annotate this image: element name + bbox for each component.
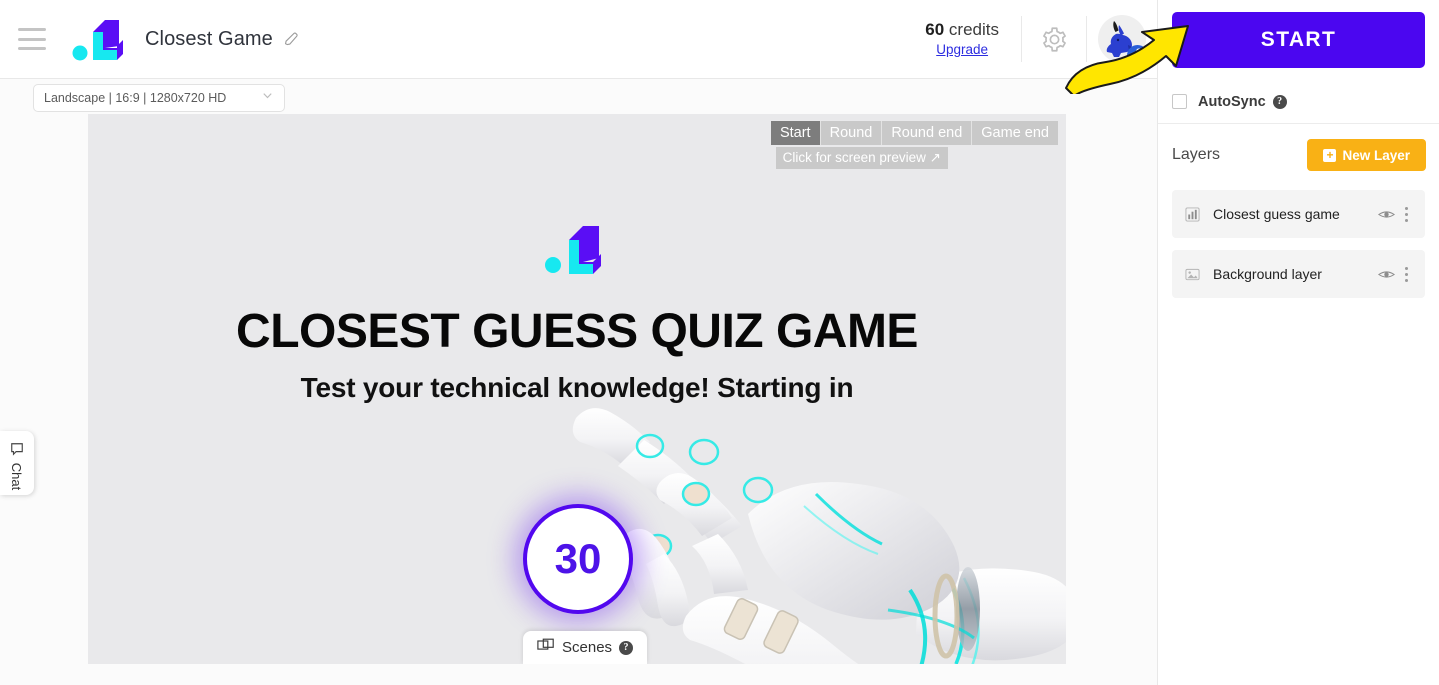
autosync-help-icon[interactable]: ? bbox=[1272, 94, 1287, 109]
project-title: Closest Game bbox=[145, 27, 273, 50]
layers-title: Layers bbox=[1172, 146, 1221, 163]
credits-value: 60 bbox=[925, 20, 945, 40]
top-header: Closest Game 60 credits Upgrade f bbox=[0, 0, 1157, 79]
autosync-checkbox[interactable] bbox=[1172, 94, 1187, 109]
hamburger-icon[interactable] bbox=[18, 28, 46, 50]
scene-tab-start[interactable]: Start bbox=[770, 121, 820, 145]
pencil-icon[interactable] bbox=[282, 29, 302, 49]
countdown-circle: 30 bbox=[523, 504, 633, 614]
brand-logo-icon[interactable] bbox=[71, 16, 127, 62]
autosync-row: AutoSync ? bbox=[1158, 80, 1439, 124]
credits-line: 60 credits bbox=[925, 19, 999, 40]
layer-menu-icon[interactable] bbox=[1397, 264, 1415, 284]
aspect-ratio-value: Landscape | 16:9 | 1280x720 HD bbox=[44, 91, 227, 105]
upgrade-link[interactable]: Upgrade bbox=[925, 42, 999, 59]
layer-name: Background layer bbox=[1213, 266, 1322, 282]
scene-canvas[interactable]: CLOSEST GUESS QUIZ GAME Test your techni… bbox=[88, 114, 1066, 664]
chat-tab[interactable]: Chat bbox=[0, 431, 34, 495]
scene-tabs: Start Round Round end Game end bbox=[770, 121, 1058, 145]
scenes-help-icon[interactable]: ? bbox=[619, 640, 634, 655]
autosync-label: AutoSync bbox=[1198, 93, 1266, 110]
app-root: Closest Game 60 credits Upgrade f Landsc… bbox=[0, 0, 1439, 685]
scene-tab-game-end[interactable]: Game end bbox=[971, 121, 1058, 145]
chat-label: Chat bbox=[9, 462, 25, 491]
credits-label: credits bbox=[948, 20, 999, 40]
header-right-group: 60 credits Upgrade f bbox=[905, 0, 1157, 78]
editor-area: Landscape | 16:9 | 1280x720 HD CLOSEST G… bbox=[0, 79, 1157, 685]
scenes-icon bbox=[537, 638, 555, 658]
eye-icon[interactable] bbox=[1375, 268, 1397, 281]
new-layer-label: New Layer bbox=[1342, 147, 1410, 163]
layers-header: Layers + New Layer bbox=[1158, 124, 1439, 186]
chart-icon bbox=[1182, 206, 1202, 222]
countdown-value: 30 bbox=[554, 535, 602, 582]
aspect-ratio-select[interactable]: Landscape | 16:9 | 1280x720 HD bbox=[33, 84, 285, 112]
layer-name: Closest guess game bbox=[1213, 206, 1340, 222]
robot-hand-image bbox=[558, 394, 1066, 664]
layer-menu-icon[interactable] bbox=[1397, 204, 1415, 224]
right-panel: START AutoSync ? Layers + New Layer Clos… bbox=[1157, 0, 1439, 685]
layer-row[interactable]: Closest guess game bbox=[1172, 190, 1425, 238]
eye-icon[interactable] bbox=[1375, 208, 1397, 221]
layer-row[interactable]: Background layer bbox=[1172, 250, 1425, 298]
scenes-label: Scenes bbox=[562, 639, 613, 656]
scenes-button[interactable]: Scenes ? bbox=[523, 631, 648, 664]
chat-bubble-icon bbox=[10, 442, 24, 461]
canvas-title: CLOSEST GUESS QUIZ GAME bbox=[236, 305, 918, 358]
start-button[interactable]: START bbox=[1172, 12, 1425, 68]
avatar[interactable]: f bbox=[1087, 0, 1157, 78]
plus-icon: + bbox=[1323, 148, 1337, 162]
scene-tab-round[interactable]: Round bbox=[819, 121, 882, 145]
facebook-badge-icon: f bbox=[1127, 45, 1148, 66]
credits-block: 60 credits Upgrade bbox=[905, 19, 1021, 58]
canvas-brand-logo-icon bbox=[545, 224, 607, 276]
chevron-down-icon bbox=[261, 89, 274, 107]
new-layer-button[interactable]: + New Layer bbox=[1307, 139, 1426, 171]
gear-icon[interactable] bbox=[1022, 0, 1086, 78]
image-icon bbox=[1182, 267, 1202, 282]
screen-preview-hint[interactable]: Click for screen preview ↗ bbox=[775, 147, 948, 169]
scene-tab-round-end[interactable]: Round end bbox=[881, 121, 972, 145]
